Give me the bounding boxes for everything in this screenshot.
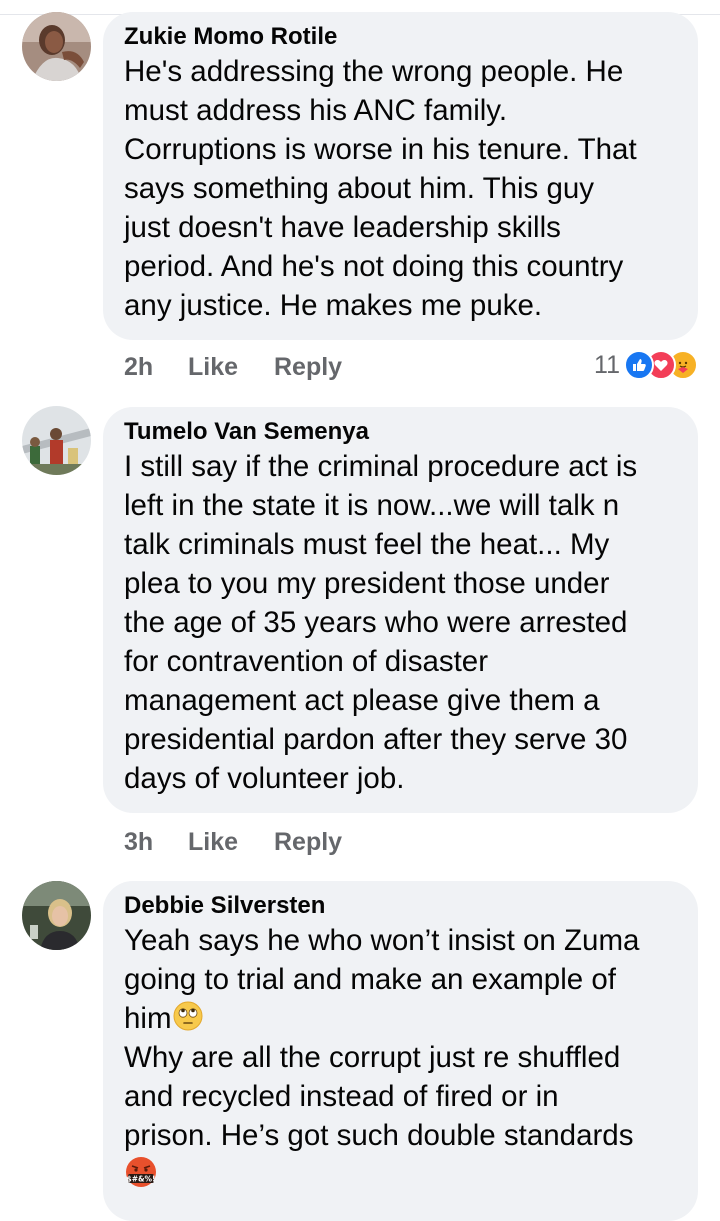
comment-bubble: Debbie Silversten Yeah says he who won’t… xyxy=(103,881,698,1221)
like-button[interactable]: Like xyxy=(188,825,238,859)
comment-text: Yeah says he who won’t insist on Zuma go… xyxy=(124,921,678,1195)
cursing-face-emoji: $#&%! xyxy=(124,1155,158,1189)
comment-author[interactable]: Debbie Silversten xyxy=(124,891,678,921)
comment-text-part: Why are all the corrupt just re shuffled… xyxy=(124,1041,634,1152)
avatar[interactable] xyxy=(22,881,91,950)
reaction-summary[interactable]: 11 xyxy=(594,348,698,382)
eye-roll-emoji xyxy=(172,1000,204,1032)
reply-button[interactable]: Reply xyxy=(274,350,342,384)
comment-bubble: Zukie Momo Rotile He's addressing the wr… xyxy=(103,12,698,340)
reply-button[interactable]: Reply xyxy=(274,825,342,859)
comment-text: He's addressing the wrong people. He mus… xyxy=(124,55,637,322)
comment-author[interactable]: Tumelo Van Semenya xyxy=(124,417,678,447)
avatar[interactable] xyxy=(22,406,91,475)
avatar[interactable] xyxy=(22,12,91,81)
reaction-count: 11 xyxy=(594,350,620,379)
comment-time[interactable]: 3h xyxy=(124,825,153,859)
like-icon xyxy=(624,350,654,380)
comment-text: I still say if the criminal procedure ac… xyxy=(124,450,638,795)
comment-time[interactable]: 2h xyxy=(124,350,153,384)
comment-bubble: Tumelo Van Semenya I still say if the cr… xyxy=(103,407,698,813)
comment-author[interactable]: Zukie Momo Rotile xyxy=(124,22,678,52)
cursing-glyphs: $#&%! xyxy=(127,1175,156,1184)
like-button[interactable]: Like xyxy=(188,350,238,384)
